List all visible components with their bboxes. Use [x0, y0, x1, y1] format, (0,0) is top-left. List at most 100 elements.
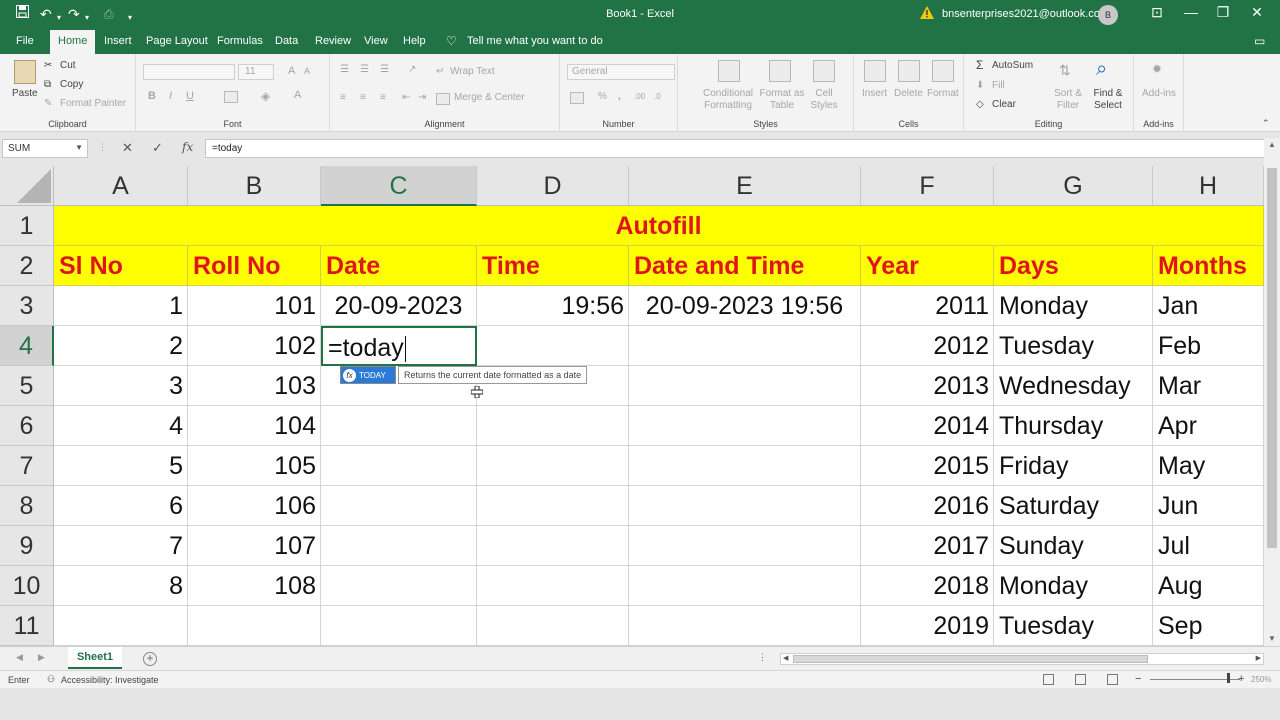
middle-align-icon[interactable]: ☰	[360, 64, 369, 75]
column-header-b[interactable]: B	[188, 166, 321, 206]
table-cell[interactable]: Wednesday	[994, 366, 1153, 406]
header-cell[interactable]: Date	[321, 246, 477, 286]
accessibility-status[interactable]: Accessibility: Investigate	[61, 675, 159, 685]
zoom-in-icon[interactable]: +	[1238, 673, 1244, 685]
column-header-c[interactable]: C	[321, 166, 477, 206]
table-cell[interactable]	[629, 486, 861, 526]
table-cell[interactable]: 105	[188, 446, 321, 486]
tab-data[interactable]: Data	[275, 35, 298, 47]
horizontal-scroll-thumb[interactable]	[793, 655, 1148, 663]
cut-button[interactable]: Cut	[60, 60, 76, 71]
table-cell[interactable]: 2018	[861, 566, 994, 606]
paste-button[interactable]: Paste	[12, 88, 38, 99]
worksheet-grid[interactable]: ABCDEFGH 1 2 3 4 5 6 7 8 9 10 11 Autofill Sl No Roll…	[0, 166, 1264, 646]
table-cell[interactable]: 5	[54, 446, 188, 486]
italic-icon[interactable]: I	[169, 90, 172, 102]
table-cell[interactable]: Jun	[1153, 486, 1264, 526]
avatar[interactable]: B	[1098, 5, 1118, 25]
grow-font-icon[interactable]: A	[288, 65, 295, 77]
scroll-up-icon[interactable]: ▲	[1264, 138, 1280, 152]
column-header-f[interactable]: F	[861, 166, 994, 206]
header-cell[interactable]: Sl No	[54, 246, 188, 286]
row-header-9[interactable]: 9	[0, 526, 54, 566]
scroll-down-icon[interactable]: ▼	[1264, 632, 1280, 646]
table-cell[interactable]	[477, 446, 629, 486]
next-sheet-icon[interactable]: ▶	[38, 652, 45, 663]
scroll-right-icon[interactable]: ▶	[1256, 654, 1261, 662]
table-cell[interactable]	[477, 326, 629, 366]
align-center-icon[interactable]: ≡	[360, 92, 366, 103]
table-cell[interactable]: Tuesday	[994, 606, 1153, 646]
table-cell[interactable]: 2012	[861, 326, 994, 366]
add-sheet-icon[interactable]: +	[143, 652, 157, 666]
fill-button[interactable]: Fill	[992, 80, 1005, 91]
zoom-slider-thumb[interactable]	[1227, 673, 1230, 683]
orientation-icon[interactable]: ↗	[408, 64, 416, 75]
table-cell[interactable]: 2014	[861, 406, 994, 446]
font-color-icon[interactable]: A	[294, 89, 301, 101]
format-cells-button[interactable]: Format	[927, 88, 959, 99]
column-header-a[interactable]: A	[54, 166, 188, 206]
zoom-level[interactable]: 250%	[1251, 675, 1271, 684]
format-as-table-button[interactable]: Format as Table	[758, 88, 806, 112]
row-header-2[interactable]: 2	[0, 246, 54, 286]
table-cell[interactable]: 2011	[861, 286, 994, 326]
table-cell[interactable]: Tuesday	[994, 326, 1153, 366]
table-cell[interactable]	[321, 446, 477, 486]
function-suggestion[interactable]: fx TODAY	[340, 366, 396, 384]
conditional-formatting-button[interactable]: Conditional Formatting	[702, 88, 754, 112]
table-cell[interactable]: 2016	[861, 486, 994, 526]
sort-filter-button[interactable]: Sort & Filter	[1052, 88, 1084, 112]
table-cell[interactable]: Jan	[1153, 286, 1264, 326]
table-cell[interactable]: Saturday	[994, 486, 1153, 526]
name-box[interactable]: SUM ▼	[2, 139, 88, 158]
sheet-tab-sheet1[interactable]: Sheet1	[68, 647, 122, 669]
cancel-entry-icon[interactable]: ✕	[122, 140, 133, 156]
table-cell[interactable]	[477, 566, 629, 606]
fill-color-icon[interactable]: ◈	[261, 89, 270, 103]
tab-page-layout[interactable]: Page Layout	[146, 35, 208, 47]
table-cell[interactable]: 20-09-2023 19:56	[629, 286, 861, 326]
table-cell[interactable]	[629, 606, 861, 646]
table-cell[interactable]: Monday	[994, 286, 1153, 326]
comments-icon[interactable]: ▭	[1254, 34, 1265, 48]
table-cell[interactable]: 2015	[861, 446, 994, 486]
table-cell[interactable]	[321, 566, 477, 606]
bold-icon[interactable]: B	[148, 90, 156, 102]
column-header-g[interactable]: G	[994, 166, 1153, 206]
percent-icon[interactable]: %	[598, 91, 607, 102]
table-cell[interactable]: Feb	[1153, 326, 1264, 366]
table-cell[interactable]: Monday	[994, 566, 1153, 606]
row-header-10[interactable]: 10	[0, 566, 54, 606]
table-cell[interactable]	[321, 526, 477, 566]
paste-icon[interactable]	[14, 60, 36, 84]
table-cell[interactable]: Friday	[994, 446, 1153, 486]
align-right-icon[interactable]: ≡	[380, 92, 386, 103]
table-cell[interactable]: Sunday	[994, 526, 1153, 566]
find-select-button[interactable]: Find & Select	[1088, 88, 1128, 112]
minimize-icon[interactable]: —	[1176, 4, 1206, 20]
cell-styles-button[interactable]: Cell Styles	[806, 88, 842, 112]
format-painter-button[interactable]: Format Painter	[60, 98, 126, 109]
table-cell[interactable]	[477, 406, 629, 446]
table-cell[interactable]	[321, 606, 477, 646]
header-cell[interactable]: Days	[994, 246, 1153, 286]
merge-center-button[interactable]: Merge & Center	[454, 92, 525, 103]
tab-home[interactable]: Home	[50, 30, 96, 54]
comma-style-icon[interactable]: ,	[618, 91, 621, 102]
table-cell[interactable]: 101	[188, 286, 321, 326]
table-cell[interactable]	[321, 406, 477, 446]
table-cell[interactable]: 8	[54, 566, 188, 606]
table-cell[interactable]: 20-09-2023	[321, 286, 477, 326]
number-format-box[interactable]: General	[567, 64, 675, 80]
table-cell[interactable]: 104	[188, 406, 321, 446]
table-cell[interactable]: 108	[188, 566, 321, 606]
table-cell[interactable]	[629, 366, 861, 406]
delete-cells-button[interactable]: Delete	[894, 88, 923, 99]
ribbon-display-options-icon[interactable]: ⊡	[1142, 4, 1172, 21]
column-header-h[interactable]: H	[1153, 166, 1264, 206]
row-header-1[interactable]: 1	[0, 206, 54, 246]
account-email[interactable]: bnsenterprises2021@outlook.com	[942, 8, 1109, 20]
header-cell[interactable]: Year	[861, 246, 994, 286]
table-cell[interactable]	[629, 566, 861, 606]
